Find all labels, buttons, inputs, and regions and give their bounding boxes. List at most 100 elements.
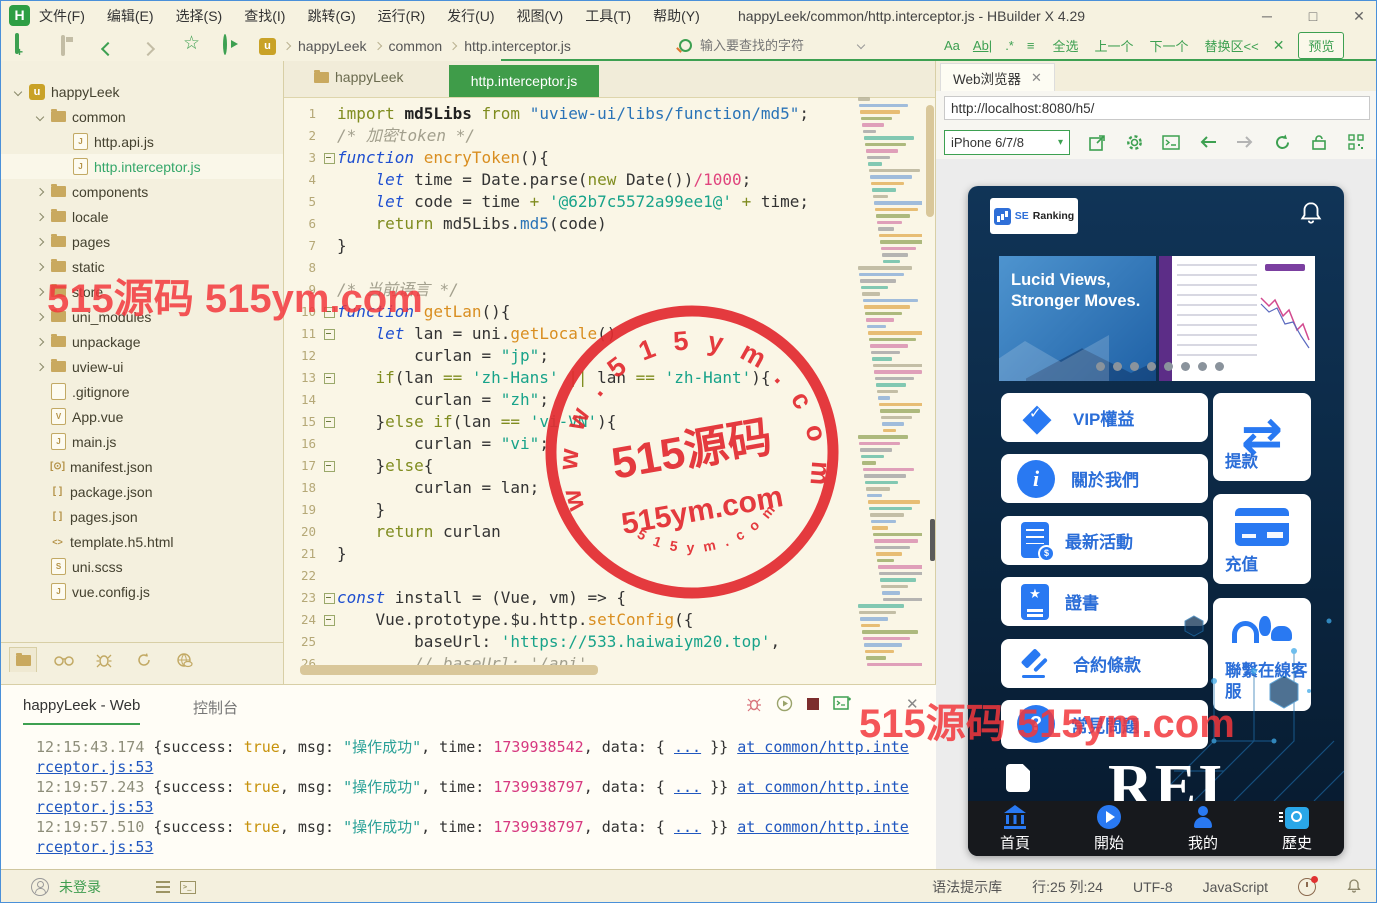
carousel-dot[interactable] <box>1147 362 1156 371</box>
project-tab[interactable]: happyLeek <box>314 69 404 85</box>
tree-item-store[interactable]: store <box>1 279 283 304</box>
vertical-scrollbar[interactable] <box>926 105 934 217</box>
menu-card-withdraw[interactable]: ⇄提款 <box>1213 393 1311 481</box>
tree-item-unpackage[interactable]: unpackage <box>1 329 283 354</box>
fold-toggle-icon[interactable] <box>321 411 337 433</box>
stop-icon[interactable] <box>807 698 819 710</box>
nav-back-button[interactable] <box>1198 132 1218 152</box>
code-line-22[interactable]: 22 <box>284 565 854 587</box>
tree-item-app-vue[interactable]: VApp.vue <box>1 404 283 429</box>
menu-item[interactable]: 文件(F) <box>39 6 85 26</box>
menu-card-card[interactable]: 充值 <box>1213 494 1311 584</box>
qr-code-button[interactable] <box>1346 132 1366 152</box>
close-icon[interactable]: ✕ <box>1031 70 1042 86</box>
console-tab-web[interactable]: happyLeek - Web <box>23 697 140 725</box>
code-line-7[interactable]: 7} <box>284 235 854 257</box>
code-line-14[interactable]: 14 curlan = "zh"; <box>284 389 854 411</box>
tab-hist[interactable]: 歷史 <box>1250 801 1344 856</box>
favorite-button[interactable]: ☆ <box>183 34 200 54</box>
nav-forward-button[interactable] <box>1235 132 1255 152</box>
code-line-11[interactable]: 11 let lan = uni.getLocale() <box>284 323 854 345</box>
search-action[interactable]: 全选 <box>1052 36 1078 55</box>
active-file-tab[interactable]: http.interceptor.js <box>449 65 599 97</box>
code-line-18[interactable]: 18 curlan = lan; <box>284 477 854 499</box>
carousel-dot[interactable] <box>1215 362 1224 371</box>
back-button[interactable] <box>103 41 113 59</box>
code-line-21[interactable]: 21} <box>284 543 854 565</box>
tree-item--gitignore[interactable]: .gitignore <box>1 379 283 404</box>
tree-item-happyleek[interactable]: uhappyLeek <box>1 79 283 104</box>
debug-bug-icon[interactable] <box>746 696 762 712</box>
lock-button[interactable] <box>1309 132 1329 152</box>
menu-card-info[interactable]: i關於我們 <box>1001 454 1208 503</box>
menu-item[interactable]: 运行(R) <box>378 6 425 26</box>
menu-item[interactable]: 工具(T) <box>585 6 631 26</box>
menu-item[interactable]: 发行(U) <box>447 6 494 26</box>
menu-card-vip[interactable]: ◆✓VIP權益 <box>1001 393 1208 442</box>
code-line-2[interactable]: 2/* 加密token */ <box>284 125 854 147</box>
search-toggle[interactable]: Aa <box>944 38 960 53</box>
tree-item-manifest-json[interactable]: [⊙]manifest.json <box>1 454 283 479</box>
search-tab[interactable] <box>51 648 77 672</box>
tree-item-pages-json[interactable]: [ ]pages.json <box>1 504 283 529</box>
log-link[interactable]: ... <box>674 818 701 836</box>
find-close-button[interactable]: ✕ <box>1273 37 1285 54</box>
code-line-6[interactable]: 6 return md5Libs.md5(code) <box>284 213 854 235</box>
preview-button[interactable]: 预览 <box>1298 32 1344 59</box>
cursor-position[interactable]: 行:25 列:24 <box>1032 877 1103 897</box>
tree-item-main-js[interactable]: Jmain.js <box>1 429 283 454</box>
fold-toggle-icon[interactable] <box>321 609 337 631</box>
new-file-button[interactable] <box>15 35 19 53</box>
tree-item-pages[interactable]: pages <box>1 229 283 254</box>
menu-item[interactable]: 跳转(G) <box>307 6 355 26</box>
terminal-add-icon[interactable] <box>833 696 851 711</box>
search-action[interactable]: 下一个 <box>1149 36 1188 55</box>
menu-item[interactable]: 查找(I) <box>244 6 285 26</box>
maximize-button[interactable]: □ <box>1304 8 1322 24</box>
tree-item-package-json[interactable]: [ ]package.json <box>1 479 283 504</box>
menu-item[interactable]: 选择(S) <box>176 6 223 26</box>
minimap[interactable] <box>856 97 922 681</box>
console-button[interactable] <box>1161 132 1181 152</box>
clock-icon[interactable] <box>1298 878 1316 896</box>
horizontal-scrollbar[interactable] <box>300 665 598 675</box>
code-line-24[interactable]: 24 Vue.prototype.$u.http.setConfig({ <box>284 609 854 631</box>
log-link[interactable]: ... <box>674 778 701 796</box>
tab-home[interactable]: 首頁 <box>968 801 1062 856</box>
refresh-button[interactable] <box>1272 132 1292 152</box>
forward-button[interactable] <box>143 41 153 59</box>
menu-item[interactable]: 编辑(E) <box>107 6 154 26</box>
tree-item-http-api-js[interactable]: Jhttp.api.js <box>1 129 283 154</box>
code-line-1[interactable]: 1import md5Libs from "uview-ui/libs/func… <box>284 103 854 125</box>
url-input[interactable] <box>944 96 1370 120</box>
language-mode[interactable]: JavaScript <box>1203 879 1268 895</box>
tree-item-uni-scss[interactable]: Suni.scss <box>1 554 283 579</box>
carousel-dot[interactable] <box>1113 362 1122 371</box>
device-select[interactable]: iPhone 6/7/8 ▾ <box>944 130 1070 155</box>
code-line-20[interactable]: 20 return curlan <box>284 521 854 543</box>
fold-toggle-icon[interactable] <box>321 455 337 477</box>
breadcrumb-item[interactable]: http.interceptor.js <box>464 38 571 54</box>
floating-widget[interactable] <box>1006 764 1030 792</box>
sync-tab[interactable] <box>131 648 157 672</box>
carousel-dot[interactable] <box>1096 362 1105 371</box>
tree-item-uni-modules[interactable]: uni_modules <box>1 304 283 329</box>
fold-toggle-icon[interactable] <box>321 147 337 169</box>
settings-button[interactable] <box>1124 132 1144 152</box>
notification-bell-icon[interactable] <box>1346 878 1362 897</box>
carousel-dot[interactable] <box>1130 362 1139 371</box>
web-browser-tab[interactable]: Web浏览器 ✕ <box>940 63 1055 92</box>
breadcrumb-item[interactable]: common <box>389 38 443 54</box>
console-tab-console[interactable]: 控制台 <box>193 697 238 718</box>
plugins-tab[interactable] <box>171 648 197 672</box>
restart-run-icon[interactable] <box>776 695 793 712</box>
breadcrumb-item[interactable]: happyLeek <box>298 38 367 54</box>
panel-splitter[interactable] <box>930 519 935 561</box>
fold-toggle-icon[interactable] <box>321 367 337 389</box>
code-line-16[interactable]: 16 curlan = "vi"; <box>284 433 854 455</box>
code-line-5[interactable]: 5 let code = time + '@62b7c5572a99ee1@' … <box>284 191 854 213</box>
code-line-4[interactable]: 4 let time = Date.parse(new Date())/1000… <box>284 169 854 191</box>
code-editor[interactable]: happyLeek http.interceptor.js 1import md… <box>284 61 936 684</box>
code-line-10[interactable]: 10function getLan(){ <box>284 301 854 323</box>
code-line-12[interactable]: 12 curlan = "jp"; <box>284 345 854 367</box>
